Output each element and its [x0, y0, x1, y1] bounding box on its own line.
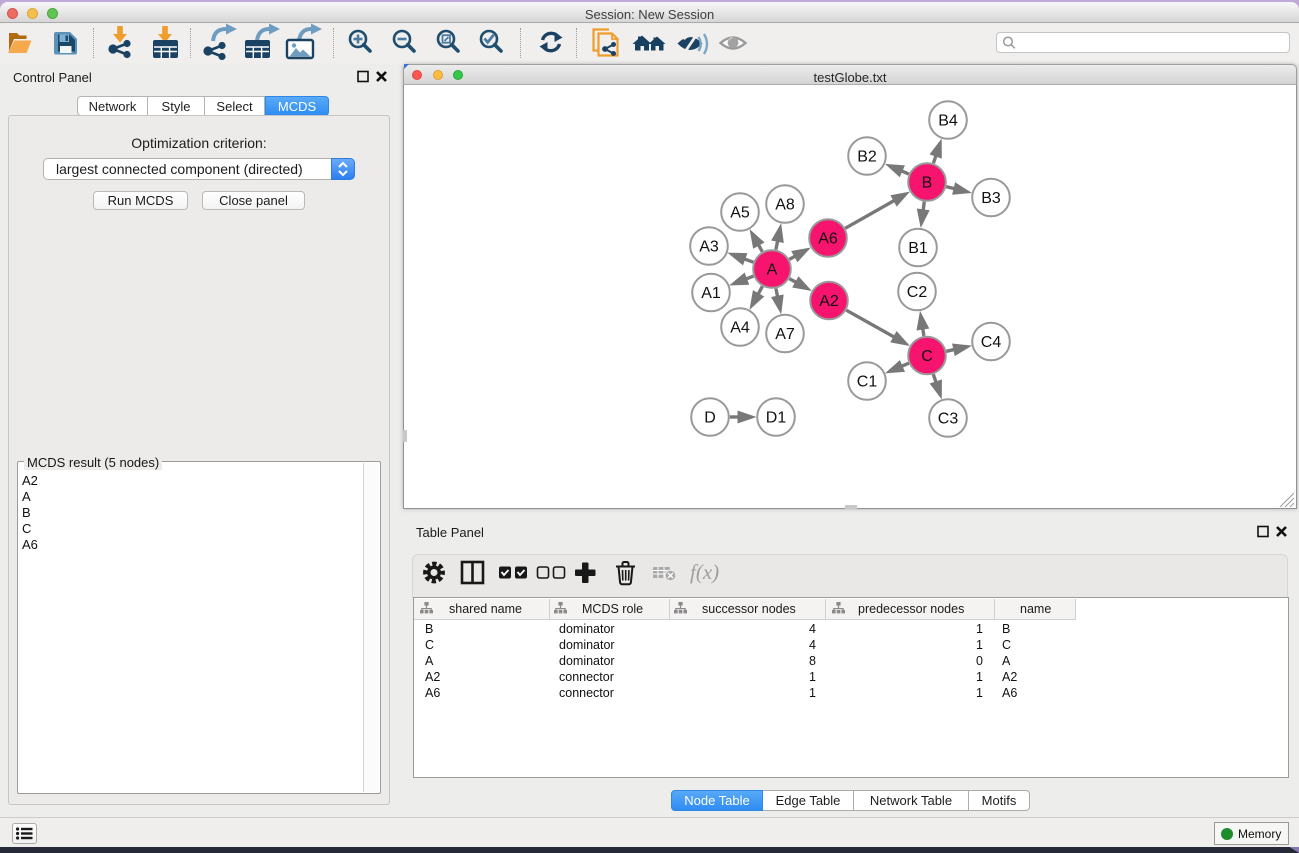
svg-text:D: D: [704, 410, 716, 427]
svg-text:B2: B2: [857, 149, 877, 166]
svg-text:A2: A2: [819, 293, 839, 310]
svg-text:B3: B3: [981, 190, 1001, 207]
svg-text:A1: A1: [701, 285, 721, 302]
svg-text:C2: C2: [907, 284, 928, 301]
svg-text:A6: A6: [818, 231, 838, 248]
svg-text:B4: B4: [938, 113, 958, 130]
svg-text:C4: C4: [981, 334, 1002, 351]
svg-text:A3: A3: [699, 239, 719, 256]
svg-text:B1: B1: [908, 240, 928, 257]
svg-text:B: B: [922, 175, 933, 192]
svg-text:f(x): f(x): [690, 560, 719, 584]
svg-text:A4: A4: [730, 320, 750, 337]
svg-text:A7: A7: [775, 326, 795, 343]
svg-text:A8: A8: [775, 197, 795, 214]
svg-text:C1: C1: [857, 374, 878, 391]
svg-text:C: C: [921, 348, 933, 365]
svg-text:D1: D1: [766, 410, 787, 427]
svg-text:C3: C3: [938, 411, 959, 428]
svg-text:A5: A5: [730, 205, 750, 222]
svg-text:A: A: [767, 262, 778, 279]
